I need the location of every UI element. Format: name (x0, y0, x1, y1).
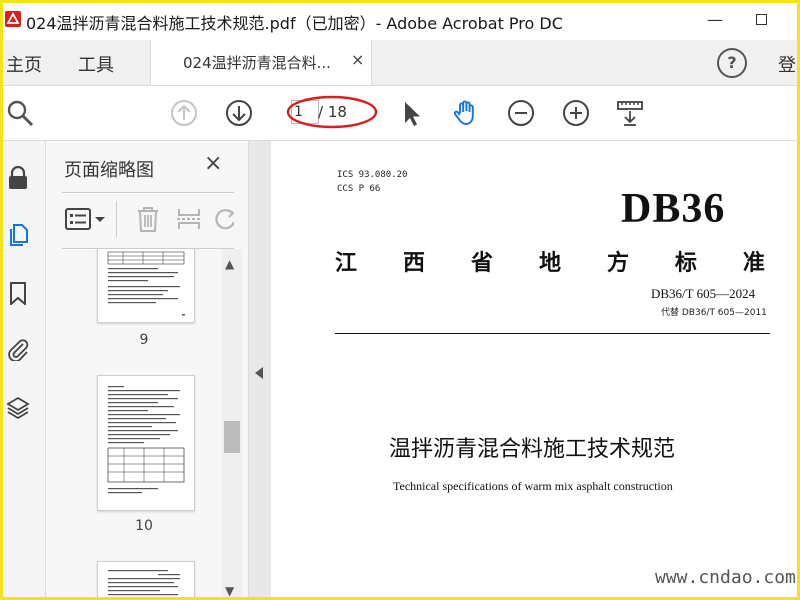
search-icon[interactable] (6, 99, 34, 127)
authority-char: 标 (674, 251, 697, 276)
authority-char: 省 (470, 251, 493, 276)
standard-number: DB36/T 605—2024 (651, 286, 756, 301)
next-page-icon[interactable] (225, 99, 253, 127)
close-tab-icon[interactable]: × (351, 50, 364, 69)
close-panel-icon[interactable]: × (204, 151, 222, 176)
authority-char: 方 (606, 251, 629, 276)
authority-char: 准 (742, 251, 765, 276)
previous-page-icon[interactable] (170, 99, 198, 127)
collapse-arrow-icon[interactable] (255, 367, 263, 379)
panel-title: 页面缩略图 (64, 160, 154, 181)
scroll-up-icon[interactable]: ▲ (225, 257, 234, 271)
title-bar: 024温拌沥青混合料施工技术规范.pdf（已加密）- Adobe Acrobat… (0, 0, 800, 41)
attachment-icon[interactable] (6, 337, 30, 361)
authority-char: 地 (538, 251, 561, 276)
menu-tools[interactable]: 工具 (78, 51, 114, 77)
hand-tool-icon[interactable] (452, 99, 480, 127)
ccs-code: CCS P 66 (337, 184, 381, 194)
authority-char: 西 (402, 251, 425, 276)
page-number-input[interactable] (291, 100, 319, 124)
scrollbar-thumb[interactable] (224, 421, 240, 453)
select-cursor-icon[interactable] (398, 99, 426, 127)
panel-toolbar (62, 192, 234, 249)
tab-bar: 主页 工具 024温拌沥青混合料... × ? 登 (0, 40, 800, 86)
panel-collapse-strip[interactable] (249, 141, 271, 600)
site-watermark: www.cndao.com (655, 567, 796, 588)
scroll-down-icon[interactable]: ▼ (225, 584, 234, 598)
zoom-out-icon[interactable] (507, 99, 535, 127)
zoom-in-icon[interactable] (562, 99, 590, 127)
help-button[interactable]: ? (717, 48, 747, 78)
fit-page-icon[interactable] (616, 99, 644, 127)
page-total: / 18 (318, 103, 347, 121)
thumbnail-list: 9 10 (46, 249, 222, 600)
ics-code: ICS 93.080.20 (337, 170, 408, 180)
acrobat-icon (4, 10, 22, 28)
standard-code: DB36 (621, 186, 726, 232)
window-title: 024温拌沥青混合料施工技术规范.pdf（已加密）- Adobe Acrobat… (26, 14, 563, 33)
minimize-button[interactable]: — (700, 8, 730, 32)
options-menu-icon[interactable] (64, 205, 108, 233)
toolbar (0, 86, 800, 141)
toolbar-separator (116, 201, 117, 237)
extract-pages-icon[interactable] (175, 205, 203, 233)
layers-icon[interactable] (6, 396, 30, 420)
document-view: ICS 93.080.20 CCS P 66 DB36 江 西 省 地 方 标 … (271, 141, 800, 600)
document-title: 温拌沥青混合料施工技术规范 (389, 437, 676, 462)
page-thumbnail-11[interactable] (97, 561, 195, 600)
page-thumbnails-panel: 页面缩略图 × 9 10 ▲ ▼ (46, 141, 249, 600)
header-rule (335, 333, 770, 334)
issuing-authority: 江 西 省 地 方 标 准 (335, 245, 765, 277)
page-thumbnail-10[interactable] (97, 375, 195, 511)
document-subtitle: Technical specifications of warm mix asp… (393, 479, 673, 493)
rotate-page-icon[interactable] (212, 205, 234, 233)
left-navigation-rail (0, 141, 46, 600)
thumbnail-scrollbar[interactable]: ▲ ▼ (222, 249, 242, 600)
delete-page-icon[interactable] (134, 205, 162, 233)
lock-icon[interactable] (6, 166, 30, 190)
thumbnail-label: 9 (139, 332, 149, 348)
menu-home[interactable]: 主页 (6, 51, 42, 77)
replaces-standard: 代替 DB36/T 605—2011 (661, 308, 767, 318)
document-page: ICS 93.080.20 CCS P 66 DB36 江 西 省 地 方 标 … (271, 141, 800, 600)
document-tab[interactable]: 024温拌沥青混合料... × (150, 40, 372, 85)
page-thumbnail-9[interactable] (97, 249, 195, 323)
page-thumbnails-icon[interactable] (6, 223, 30, 247)
authority-char: 江 (335, 251, 358, 276)
bookmark-icon[interactable] (6, 281, 30, 305)
thumbnail-label: 10 (135, 518, 153, 534)
maximize-button[interactable] (746, 8, 776, 32)
login-button[interactable]: 登 (778, 51, 796, 77)
document-tab-label: 024温拌沥青混合料... (183, 54, 331, 72)
